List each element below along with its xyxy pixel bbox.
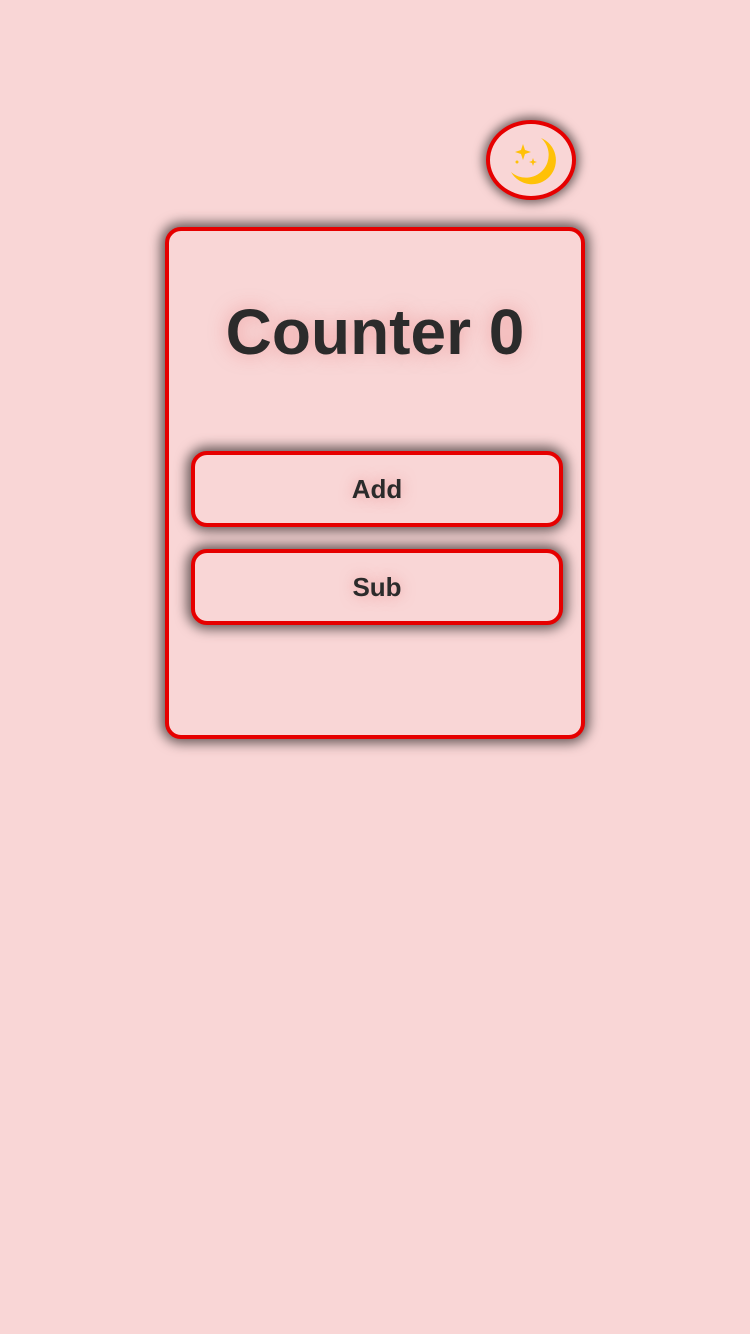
counter-title: Counter 0 (225, 296, 525, 368)
counter-card: Counter 0 Add Sub (165, 227, 585, 739)
moon-stars-icon (503, 132, 559, 188)
sub-button[interactable]: Sub (191, 549, 563, 625)
theme-toggle-button[interactable] (486, 120, 576, 200)
add-button-label: Add (351, 473, 403, 504)
sub-button-label: Sub (352, 571, 402, 602)
add-button[interactable]: Add (191, 451, 563, 527)
app-screen: Counter 0 Add Sub (0, 0, 750, 1334)
